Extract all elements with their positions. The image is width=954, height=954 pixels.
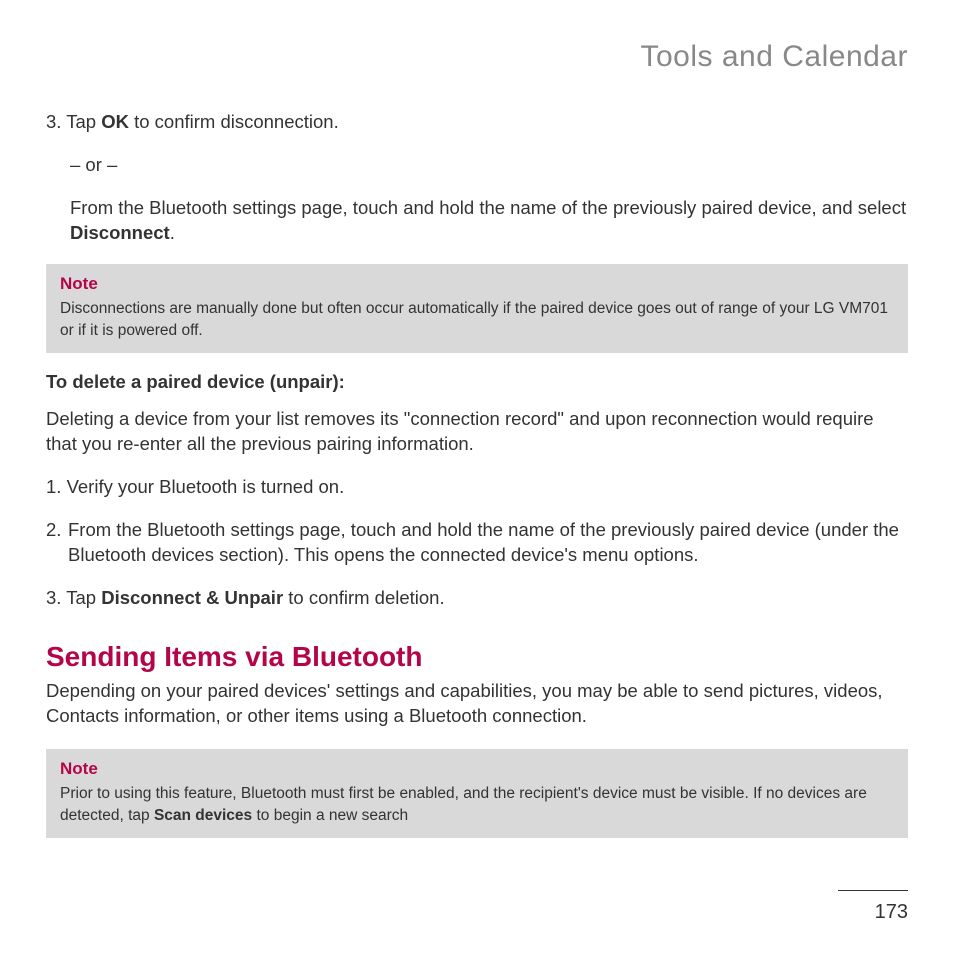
note-label: Note (60, 759, 894, 779)
subhead-delete: To delete a paired device (unpair): (46, 371, 908, 393)
step-text-post: to confirm disconnection. (129, 111, 339, 132)
step-or: – or – (46, 153, 908, 178)
step-alt-pre: From the Bluetooth settings page, touch … (70, 197, 906, 218)
section-title: Tools and Calendar (46, 40, 908, 74)
note-body: Disconnections are manually done but oft… (60, 298, 894, 341)
delete-intro: Deleting a device from your list removes… (46, 407, 908, 457)
page-footer: 173 (838, 890, 908, 924)
step-alt-post: . (170, 222, 175, 243)
heading-sending: Sending Items via Bluetooth (46, 641, 908, 673)
step-alt-bold: Disconnect (70, 222, 170, 243)
manual-page: Tools and Calendar 3. Tap OK to confirm … (0, 0, 954, 896)
step-body: From the Bluetooth settings page, touch … (68, 518, 908, 568)
note-body: Prior to using this feature, Bluetooth m… (60, 783, 894, 826)
delete-step-1: 1. Verify your Bluetooth is turned on. (46, 475, 908, 500)
sending-intro: Depending on your paired devices' settin… (46, 679, 908, 729)
delete-step-2: 2. From the Bluetooth settings page, tou… (46, 518, 908, 568)
page-number: 173 (838, 901, 908, 924)
step-text-pre: 3. Tap (46, 587, 101, 608)
step-text-bold: Disconnect & Unpair (101, 587, 283, 608)
footer-rule (838, 890, 908, 891)
note-box-1: Note Disconnections are manually done bu… (46, 264, 908, 353)
step-alt: From the Bluetooth settings page, touch … (46, 196, 908, 246)
note-box-2: Note Prior to using this feature, Blueto… (46, 749, 908, 838)
step-text-bold: OK (101, 111, 129, 132)
step-text-post: to confirm deletion. (283, 587, 444, 608)
note-body-post: to begin a new search (252, 807, 408, 824)
step-3-confirm: 3. Tap OK to confirm disconnection. (46, 110, 908, 135)
note-label: Note (60, 274, 894, 294)
note-body-bold: Scan devices (154, 807, 252, 824)
step-text-pre: 3. Tap (46, 111, 101, 132)
step-number: 2. (46, 518, 68, 568)
delete-step-3: 3. Tap Disconnect & Unpair to confirm de… (46, 586, 908, 611)
